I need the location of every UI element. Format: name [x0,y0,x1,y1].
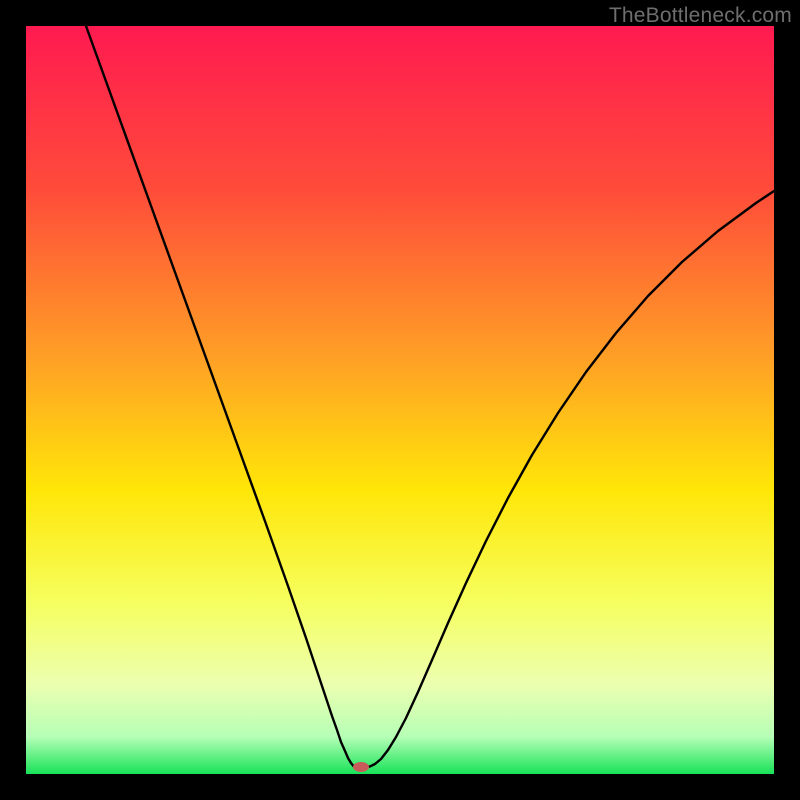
chart-frame: TheBottleneck.com [0,0,800,800]
chart-svg [26,26,774,774]
plot-area [26,26,774,774]
gradient-bg [26,26,774,774]
optimal-marker [353,762,369,772]
watermark-text: TheBottleneck.com [609,4,792,28]
